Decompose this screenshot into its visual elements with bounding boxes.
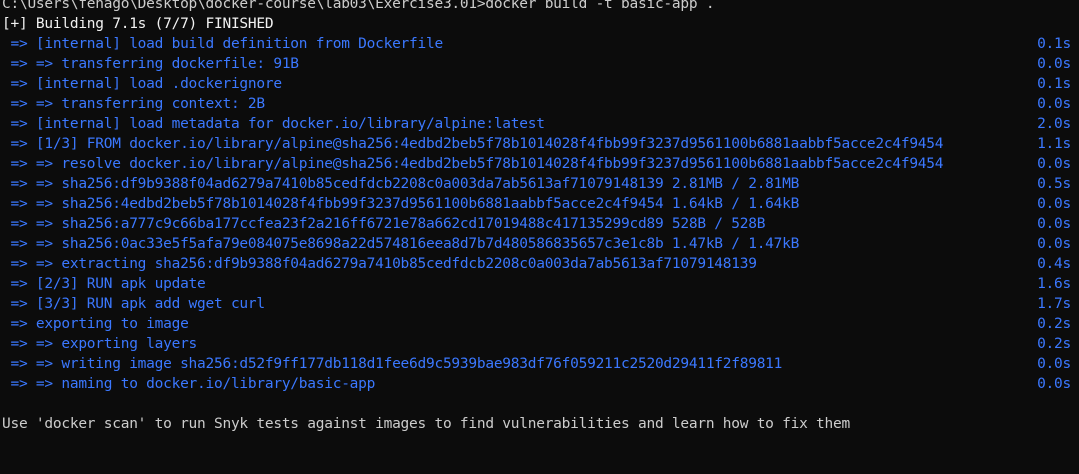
build-step-time: 0.0s bbox=[1037, 96, 1071, 112]
build-step: => => exporting layers 0.2s bbox=[0, 334, 1079, 354]
build-step-text: => exporting to image bbox=[2, 316, 189, 332]
build-step: => [2/3] RUN apk update 1.6s bbox=[0, 274, 1079, 294]
build-step: => => writing image sha256:d52f9ff177db1… bbox=[0, 354, 1079, 374]
build-step-text: => => sha256:4edbd2beb5f78b1014028f4fbb9… bbox=[2, 196, 800, 212]
build-status-line: [+] Building 7.1s (7/7) FINISHED bbox=[0, 14, 1079, 34]
build-step-text: => [internal] load .dockerignore bbox=[2, 76, 282, 92]
terminal-window[interactable]: C:\Users\fenago\Desktop\docker-course\la… bbox=[0, 0, 1079, 455]
build-step-text: => => transferring dockerfile: 91B bbox=[2, 56, 299, 72]
build-step: => [1/3] FROM docker.io/library/alpine@s… bbox=[0, 134, 1079, 154]
build-step-time: 0.5s bbox=[1037, 176, 1071, 192]
build-step: => => sha256:0ac33e5f5afa79e084075e8698a… bbox=[0, 234, 1079, 254]
build-step: => => naming to docker.io/library/basic-… bbox=[0, 374, 1079, 394]
build-step-text: => => resolve docker.io/library/alpine@s… bbox=[2, 156, 944, 172]
build-step-time: 0.2s bbox=[1037, 316, 1071, 332]
build-step-time: 0.1s bbox=[1037, 76, 1071, 92]
build-step-time: 1.7s bbox=[1037, 296, 1071, 312]
footer-line: Use 'docker scan' to run Snyk tests agai… bbox=[0, 414, 1079, 434]
build-step-time: 0.1s bbox=[1037, 36, 1071, 52]
build-step-text: => => extracting sha256:df9b9388f04ad627… bbox=[2, 256, 757, 272]
build-step: => => sha256:df9b9388f04ad6279a7410b85ce… bbox=[0, 174, 1079, 194]
build-step-text: => [3/3] RUN apk add wget curl bbox=[2, 296, 265, 312]
build-step-text: => => exporting layers bbox=[2, 336, 198, 352]
build-step-time: 1.6s bbox=[1037, 276, 1071, 292]
build-status-text: [+] Building 7.1s (7/7) FINISHED bbox=[2, 16, 274, 32]
build-step: => => transferring dockerfile: 91B 0.0s bbox=[0, 54, 1079, 74]
build-step-text: => => transferring context: 2B bbox=[2, 96, 265, 112]
build-step-time: 0.0s bbox=[1037, 56, 1071, 72]
snyk-scan-hint: Use 'docker scan' to run Snyk tests agai… bbox=[2, 416, 850, 432]
build-step: => => sha256:4edbd2beb5f78b1014028f4fbb9… bbox=[0, 194, 1079, 214]
build-step-time: 0.0s bbox=[1037, 196, 1071, 212]
build-step: => [3/3] RUN apk add wget curl 1.7s bbox=[0, 294, 1079, 314]
build-step-text: => => sha256:a777c9c66ba177ccfea23f2a216… bbox=[2, 216, 766, 232]
build-step-text: => => writing image sha256:d52f9ff177db1… bbox=[2, 356, 783, 372]
build-step-time: 2.0s bbox=[1037, 116, 1071, 132]
build-step-time: 0.0s bbox=[1037, 356, 1071, 372]
build-step: => [internal] load metadata for docker.i… bbox=[0, 114, 1079, 134]
build-step-time: 0.4s bbox=[1037, 256, 1071, 272]
build-step: => [internal] load .dockerignore 0.1s bbox=[0, 74, 1079, 94]
build-step-time: 0.0s bbox=[1037, 156, 1071, 172]
build-step: => => transferring context: 2B 0.0s bbox=[0, 94, 1079, 114]
build-step: => => sha256:a777c9c66ba177ccfea23f2a216… bbox=[0, 214, 1079, 234]
build-step-text: => => sha256:df9b9388f04ad6279a7410b85ce… bbox=[2, 176, 800, 192]
build-step: => exporting to image 0.2s bbox=[0, 314, 1079, 334]
prompt-line: C:\Users\fenago\Desktop\docker-course\la… bbox=[0, 0, 1079, 14]
build-step-time: 0.0s bbox=[1037, 376, 1071, 392]
build-step-time: 1.1s bbox=[1037, 136, 1071, 152]
prompt-command: C:\Users\fenago\Desktop\docker-course\la… bbox=[2, 0, 715, 12]
build-step-time: 0.2s bbox=[1037, 336, 1071, 352]
build-step-text: => [internal] load metadata for docker.i… bbox=[2, 116, 545, 132]
build-step-text: => [internal] load build definition from… bbox=[2, 36, 443, 52]
build-step-text: => => naming to docker.io/library/basic-… bbox=[2, 376, 376, 392]
build-step: => [internal] load build definition from… bbox=[0, 34, 1079, 54]
build-step-text: => [1/3] FROM docker.io/library/alpine@s… bbox=[2, 136, 944, 152]
build-step-time: 0.0s bbox=[1037, 236, 1071, 252]
build-step-text: => [2/3] RUN apk update bbox=[2, 276, 206, 292]
build-step: => => extracting sha256:df9b9388f04ad627… bbox=[0, 254, 1079, 274]
build-step-time: 0.0s bbox=[1037, 216, 1071, 232]
build-step-text: => => sha256:0ac33e5f5afa79e084075e8698a… bbox=[2, 236, 800, 252]
build-step: => => resolve docker.io/library/alpine@s… bbox=[0, 154, 1079, 174]
